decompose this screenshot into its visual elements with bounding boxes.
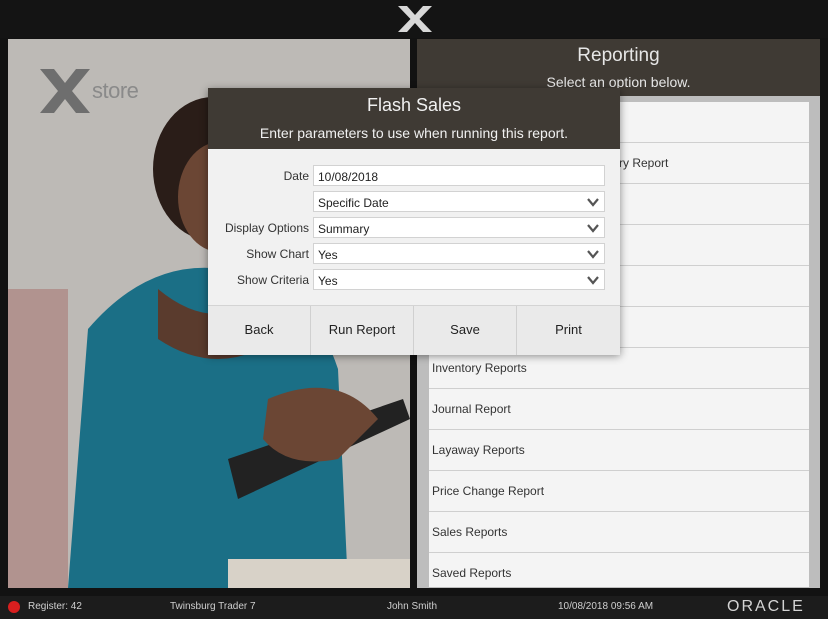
chevron-down-icon[interactable] (586, 247, 600, 261)
show-criteria-select[interactable]: Yes (313, 269, 605, 290)
dialog-subtitle: Enter parameters to use when running thi… (259, 125, 569, 141)
back-button[interactable]: Back (208, 306, 311, 355)
oracle-logo: ORACLE (727, 598, 805, 615)
xstore-brand: store (40, 69, 139, 113)
reporting-title: Reporting (577, 45, 660, 66)
date-mode-select[interactable]: Specific Date (313, 191, 605, 212)
flash-sales-dialog: Flash Sales Enter parameters to use when… (208, 88, 620, 355)
display-options-value: Summary (318, 222, 370, 236)
report-list-item-layaway[interactable]: Layaway Reports (429, 430, 809, 471)
xstore-logo-icon (398, 6, 432, 32)
display-options-row: Display Options Summary (208, 217, 620, 239)
user-name: John Smith (387, 601, 438, 612)
chevron-down-icon[interactable] (586, 221, 600, 235)
store-name: Twinsburg Trader 7 (170, 601, 256, 612)
show-criteria-label: Show Criteria (236, 273, 309, 287)
dialog-header: Flash Sales Enter parameters to use when… (208, 88, 620, 149)
report-list-item-saved[interactable]: Saved Reports (429, 553, 809, 587)
brand-wordmark: store (92, 78, 139, 103)
dialog-button-bar: Back Run Report Save Print (208, 305, 620, 355)
display-options-label: Display Options (224, 221, 309, 235)
date-row: Date 10/08/2018 (208, 165, 620, 187)
run-report-button[interactable]: Run Report (311, 306, 414, 355)
chevron-down-icon[interactable] (586, 195, 600, 209)
date-input[interactable]: 10/08/2018 (313, 165, 605, 186)
chevron-down-icon[interactable] (586, 273, 600, 287)
show-chart-select[interactable]: Yes (313, 243, 605, 264)
show-chart-label: Show Chart (246, 247, 309, 261)
dialog-title: Flash Sales (366, 95, 462, 115)
report-list-item-sales[interactable]: Sales Reports (429, 512, 809, 553)
register-label: Register: 42 (28, 601, 82, 612)
datetime: 10/08/2018 09:56 AM (558, 601, 654, 612)
save-button[interactable]: Save (414, 306, 517, 355)
show-criteria-value: Yes (318, 274, 338, 288)
show-chart-row: Show Chart Yes (208, 243, 620, 265)
register-status-icon (8, 601, 20, 613)
date-value: 10/08/2018 (318, 170, 379, 184)
show-chart-value: Yes (318, 248, 338, 262)
top-bar (0, 0, 828, 38)
date-label: Date (283, 169, 309, 183)
report-list-item-price-change[interactable]: Price Change Report (429, 471, 809, 512)
display-options-select[interactable]: Summary (313, 217, 605, 238)
show-criteria-row: Show Criteria Yes (208, 269, 620, 291)
print-button[interactable]: Print (517, 306, 620, 355)
status-bar: Register: 42 Twinsburg Trader 7 John Smi… (0, 596, 828, 619)
report-list-item-journal[interactable]: Journal Report (429, 389, 809, 430)
xstore-x-icon (40, 69, 90, 113)
date-mode-row: Specific Date (208, 191, 620, 213)
date-mode-value: Specific Date (318, 196, 389, 210)
